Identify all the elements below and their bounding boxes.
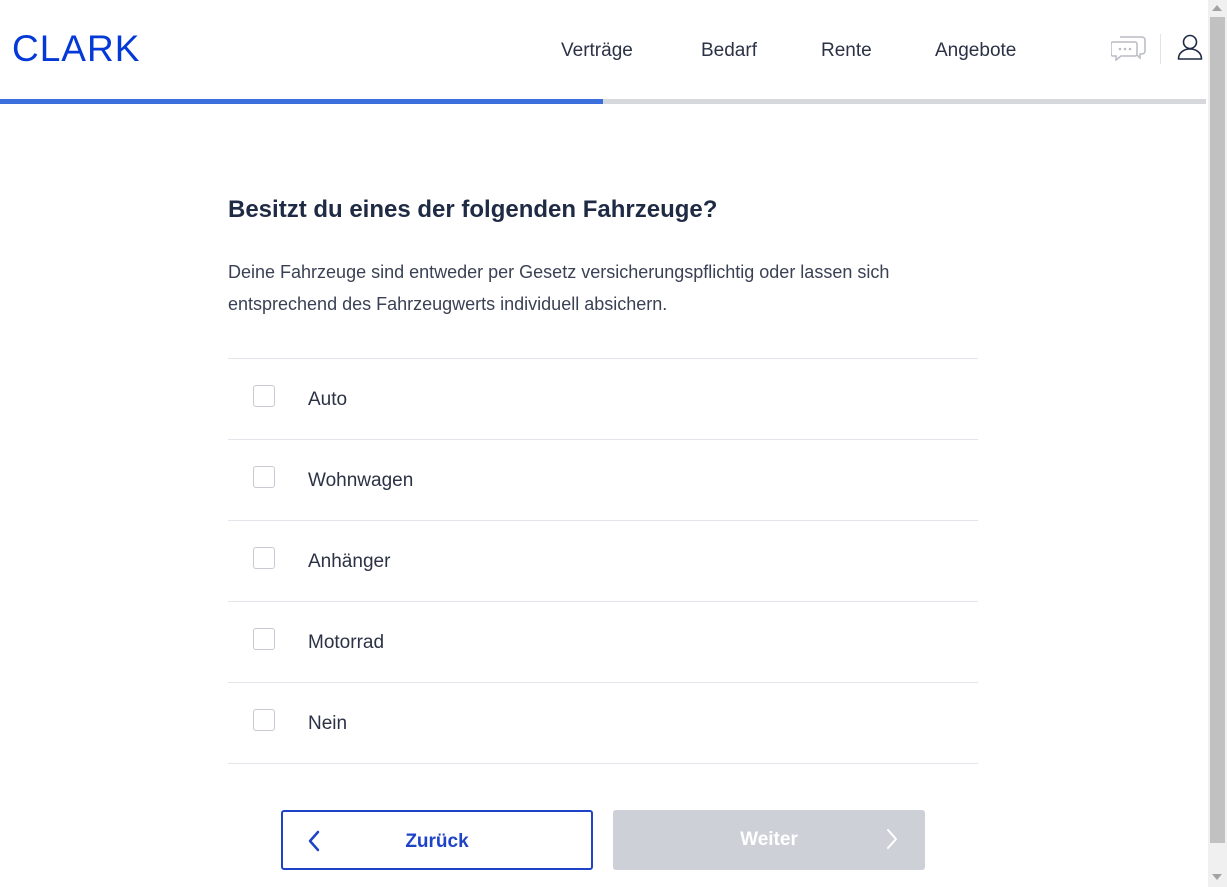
chat-bubbles-icon[interactable] [1110, 33, 1147, 62]
progress-fill [0, 99, 603, 104]
checkbox[interactable] [253, 547, 275, 569]
option-motorrad[interactable]: Motorrad [228, 602, 978, 683]
option-label: Auto [308, 389, 348, 410]
checkbox[interactable] [253, 385, 275, 407]
option-auto[interactable]: Auto [228, 359, 978, 440]
checkbox[interactable] [253, 466, 275, 488]
checkbox[interactable] [253, 709, 275, 731]
nav-item-angebote[interactable]: Angebote [935, 40, 1016, 62]
nav-item-rente[interactable]: Rente [821, 40, 872, 62]
next-button[interactable]: Weiter [613, 810, 925, 870]
header-divider [1160, 34, 1161, 64]
option-label: Nein [308, 713, 348, 734]
back-button[interactable]: Zurück [281, 810, 593, 870]
scroll-up-arrow-icon[interactable] [1212, 5, 1222, 11]
option-label: Anhänger [308, 551, 391, 572]
checkbox[interactable] [253, 628, 275, 650]
question-title: Besitzt du eines der folgenden Fahrzeuge… [228, 196, 718, 223]
question-description: Deine Fahrzeuge sind entweder per Gesetz… [228, 262, 890, 314]
option-wohnwagen[interactable]: Wohnwagen [228, 440, 978, 521]
options-list: Auto Wohnwagen Anhänger Motorrad Nein [228, 358, 978, 764]
option-nein[interactable]: Nein [228, 683, 978, 764]
option-anhaenger[interactable]: Anhänger [228, 521, 978, 602]
nav-item-vertraege[interactable]: Verträge [561, 40, 633, 62]
chevron-right-icon [885, 828, 899, 850]
user-icon[interactable] [1176, 33, 1204, 61]
page: CLARK Verträge Bedarf Rente Angebote Bes… [0, 0, 1208, 887]
scrollbar[interactable] [1208, 0, 1227, 887]
back-button-label: Zurück [405, 831, 469, 852]
main-nav: Verträge Bedarf Rente Angebote [0, 40, 1206, 64]
option-label: Motorrad [308, 632, 385, 653]
scroll-down-arrow-icon[interactable] [1212, 874, 1222, 880]
header: CLARK Verträge Bedarf Rente Angebote [0, 0, 1206, 100]
scroll-thumb[interactable] [1210, 17, 1225, 843]
nav-item-bedarf[interactable]: Bedarf [701, 40, 757, 62]
option-label: Wohnwagen [308, 470, 414, 491]
progress-bar [0, 99, 1206, 104]
next-button-label: Weiter [740, 829, 798, 850]
